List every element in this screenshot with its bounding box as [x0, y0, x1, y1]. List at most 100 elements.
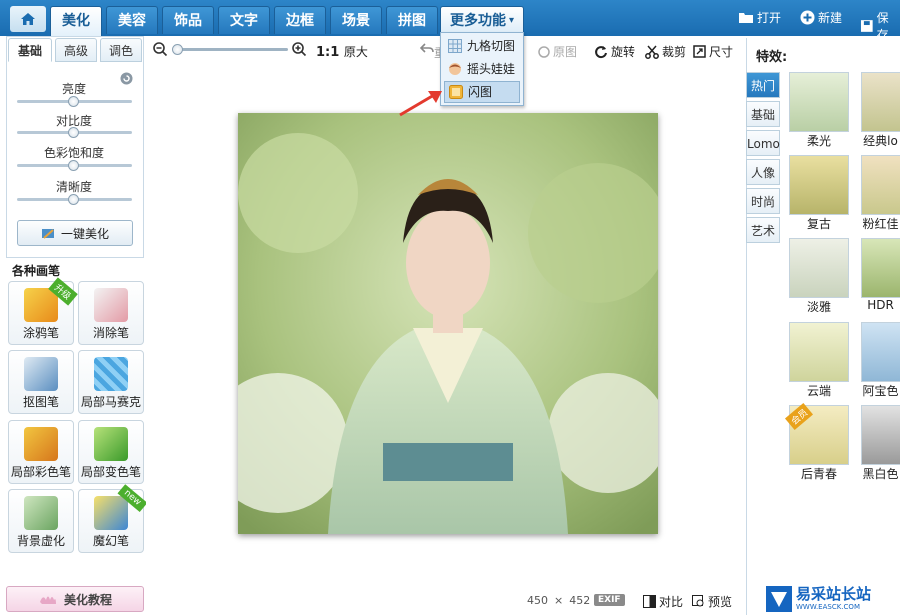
- new-button[interactable]: 新建: [800, 9, 842, 26]
- effect-thumbnail: [789, 238, 849, 298]
- mosaic-brush-button[interactable]: 局部马赛克: [78, 350, 144, 414]
- effect-black-white[interactable]: 黑白色: [861, 405, 900, 482]
- compare-button[interactable]: 对比: [643, 593, 683, 610]
- effects-tab-lomo[interactable]: Lomo: [746, 130, 780, 156]
- recolor-brush-button[interactable]: 局部变色笔: [78, 420, 144, 484]
- compare-label: 对比: [659, 595, 684, 609]
- tab-advanced[interactable]: 高级: [55, 38, 97, 62]
- menu-item-grid-cut[interactable]: 九格切图: [444, 35, 520, 57]
- pen-icon: [24, 357, 58, 391]
- effect-thumbnail: [789, 322, 849, 382]
- menu-label: 九格切图: [467, 39, 516, 53]
- zoom-knob[interactable]: [172, 44, 183, 55]
- effect-soft-light[interactable]: 柔光: [789, 72, 849, 149]
- resize-icon: [693, 45, 706, 58]
- contrast-knob[interactable]: [68, 127, 79, 138]
- rotate-label: 旋转: [611, 45, 636, 59]
- tab-accessories[interactable]: 饰品: [162, 6, 214, 34]
- original-button[interactable]: 原图: [538, 43, 577, 60]
- brush-label: 消除笔: [92, 326, 129, 340]
- tutorial-button[interactable]: 美化教程: [6, 586, 144, 612]
- tab-scene[interactable]: 场景: [330, 6, 382, 34]
- tab-text[interactable]: 文字: [218, 6, 270, 34]
- undo-icon[interactable]: [420, 43, 434, 55]
- resize-button[interactable]: 尺寸: [693, 43, 733, 60]
- brush-label: 局部变色笔: [80, 465, 141, 479]
- times-sign: ×: [554, 594, 564, 607]
- effect-pink[interactable]: 粉红佳: [861, 155, 900, 232]
- effect-label: 柔光: [806, 134, 831, 148]
- magic-wand-icon: [41, 229, 54, 239]
- zoom-in-icon[interactable]: [292, 42, 307, 57]
- exif-button[interactable]: EXIF: [594, 594, 625, 606]
- effect-cloud[interactable]: 云端: [789, 322, 849, 399]
- edited-photo[interactable]: [238, 113, 658, 534]
- open-label: 打开: [757, 11, 782, 25]
- effect-label: 经典lo: [863, 134, 898, 148]
- brush-label: 背景虚化: [16, 534, 65, 548]
- rotate-icon: [595, 45, 607, 58]
- eraser-icon: [94, 288, 128, 322]
- menu-item-bobblehead[interactable]: 摇头娃娃: [444, 58, 520, 80]
- site-url: WWW.EASCK.COM: [796, 602, 860, 611]
- brightness-knob[interactable]: [68, 96, 79, 107]
- rotate-button[interactable]: 旋转: [594, 43, 635, 60]
- tab-beautify[interactable]: 美化: [50, 6, 102, 36]
- tab-more-features[interactable]: 更多功能 ▾: [440, 6, 524, 34]
- tab-collage[interactable]: 拼图: [386, 6, 438, 34]
- effect-hdr[interactable]: HDR: [861, 238, 900, 312]
- tab-border[interactable]: 边框: [274, 6, 326, 34]
- magic-pen-icon: [94, 496, 128, 530]
- image-height: 452: [569, 594, 591, 607]
- zoom-slider[interactable]: [176, 48, 288, 51]
- effects-title: 特效:: [756, 50, 788, 65]
- ratio-label: 1:1: [316, 45, 340, 60]
- effect-retro[interactable]: 复古: [789, 155, 849, 232]
- eraser-brush-button[interactable]: 消除笔: [78, 281, 144, 345]
- preview-button[interactable]: 预览: [692, 593, 732, 610]
- color-brush-button[interactable]: 局部彩色笔: [8, 420, 74, 484]
- size-label: 尺寸: [709, 45, 734, 59]
- preview-icon: [692, 595, 704, 607]
- crop-button[interactable]: 裁剪: [645, 43, 686, 60]
- cutout-brush-button[interactable]: 抠图笔: [8, 350, 74, 414]
- sharpness-knob[interactable]: [68, 194, 79, 205]
- effects-tab-portrait[interactable]: 人像: [746, 159, 780, 185]
- effect-thumbnail: [861, 322, 900, 382]
- effects-tab-fashion[interactable]: 时尚: [746, 188, 780, 214]
- paintbrush-icon: [24, 427, 58, 461]
- original-label: 原图: [553, 45, 578, 59]
- tab-color[interactable]: 调色: [100, 38, 142, 62]
- doll-face-icon: [449, 63, 461, 75]
- effects-tab-art[interactable]: 艺术: [746, 217, 780, 243]
- effect-classic-lomo[interactable]: 经典lo: [861, 72, 900, 149]
- effect-thumbnail: [789, 72, 849, 132]
- effect-thumbnail: [861, 155, 900, 215]
- sharpness-label: 清晰度: [55, 180, 92, 194]
- effect-elegant[interactable]: 淡雅: [789, 238, 849, 315]
- red-arrow-icon: [399, 91, 442, 117]
- brush-label: 局部彩色笔: [10, 465, 71, 479]
- effect-thumbnail: [861, 405, 900, 465]
- saturation-knob[interactable]: [68, 160, 79, 171]
- zoom-out-icon[interactable]: [153, 42, 168, 57]
- one-key-beautify-button[interactable]: 一键美化: [17, 220, 133, 246]
- open-button[interactable]: 打开: [738, 9, 781, 26]
- original-size-label: 原大: [343, 45, 368, 59]
- tab-beauty[interactable]: 美容: [106, 6, 158, 34]
- effects-tab-popular[interactable]: 热门: [746, 72, 780, 98]
- tab-basic[interactable]: 基础: [8, 38, 52, 62]
- effects-tab-basic[interactable]: 基础: [746, 101, 780, 127]
- save-icon: [860, 20, 873, 32]
- effect-thumbnail: [861, 72, 900, 132]
- chevron-down-icon: ▾: [508, 15, 515, 26]
- home-button[interactable]: [10, 6, 46, 32]
- effect-abao-color[interactable]: 阿宝色: [861, 322, 900, 399]
- menu-item-flash-image[interactable]: 闪图: [444, 81, 520, 103]
- background-blur-button[interactable]: 背景虚化: [8, 489, 74, 553]
- plus-circle-icon: [800, 10, 815, 25]
- effect-label: 云端: [806, 384, 831, 398]
- actual-size-button[interactable]: 1:1 原大: [316, 43, 368, 60]
- photo-image: [238, 113, 658, 534]
- one-key-label: 一键美化: [60, 226, 109, 241]
